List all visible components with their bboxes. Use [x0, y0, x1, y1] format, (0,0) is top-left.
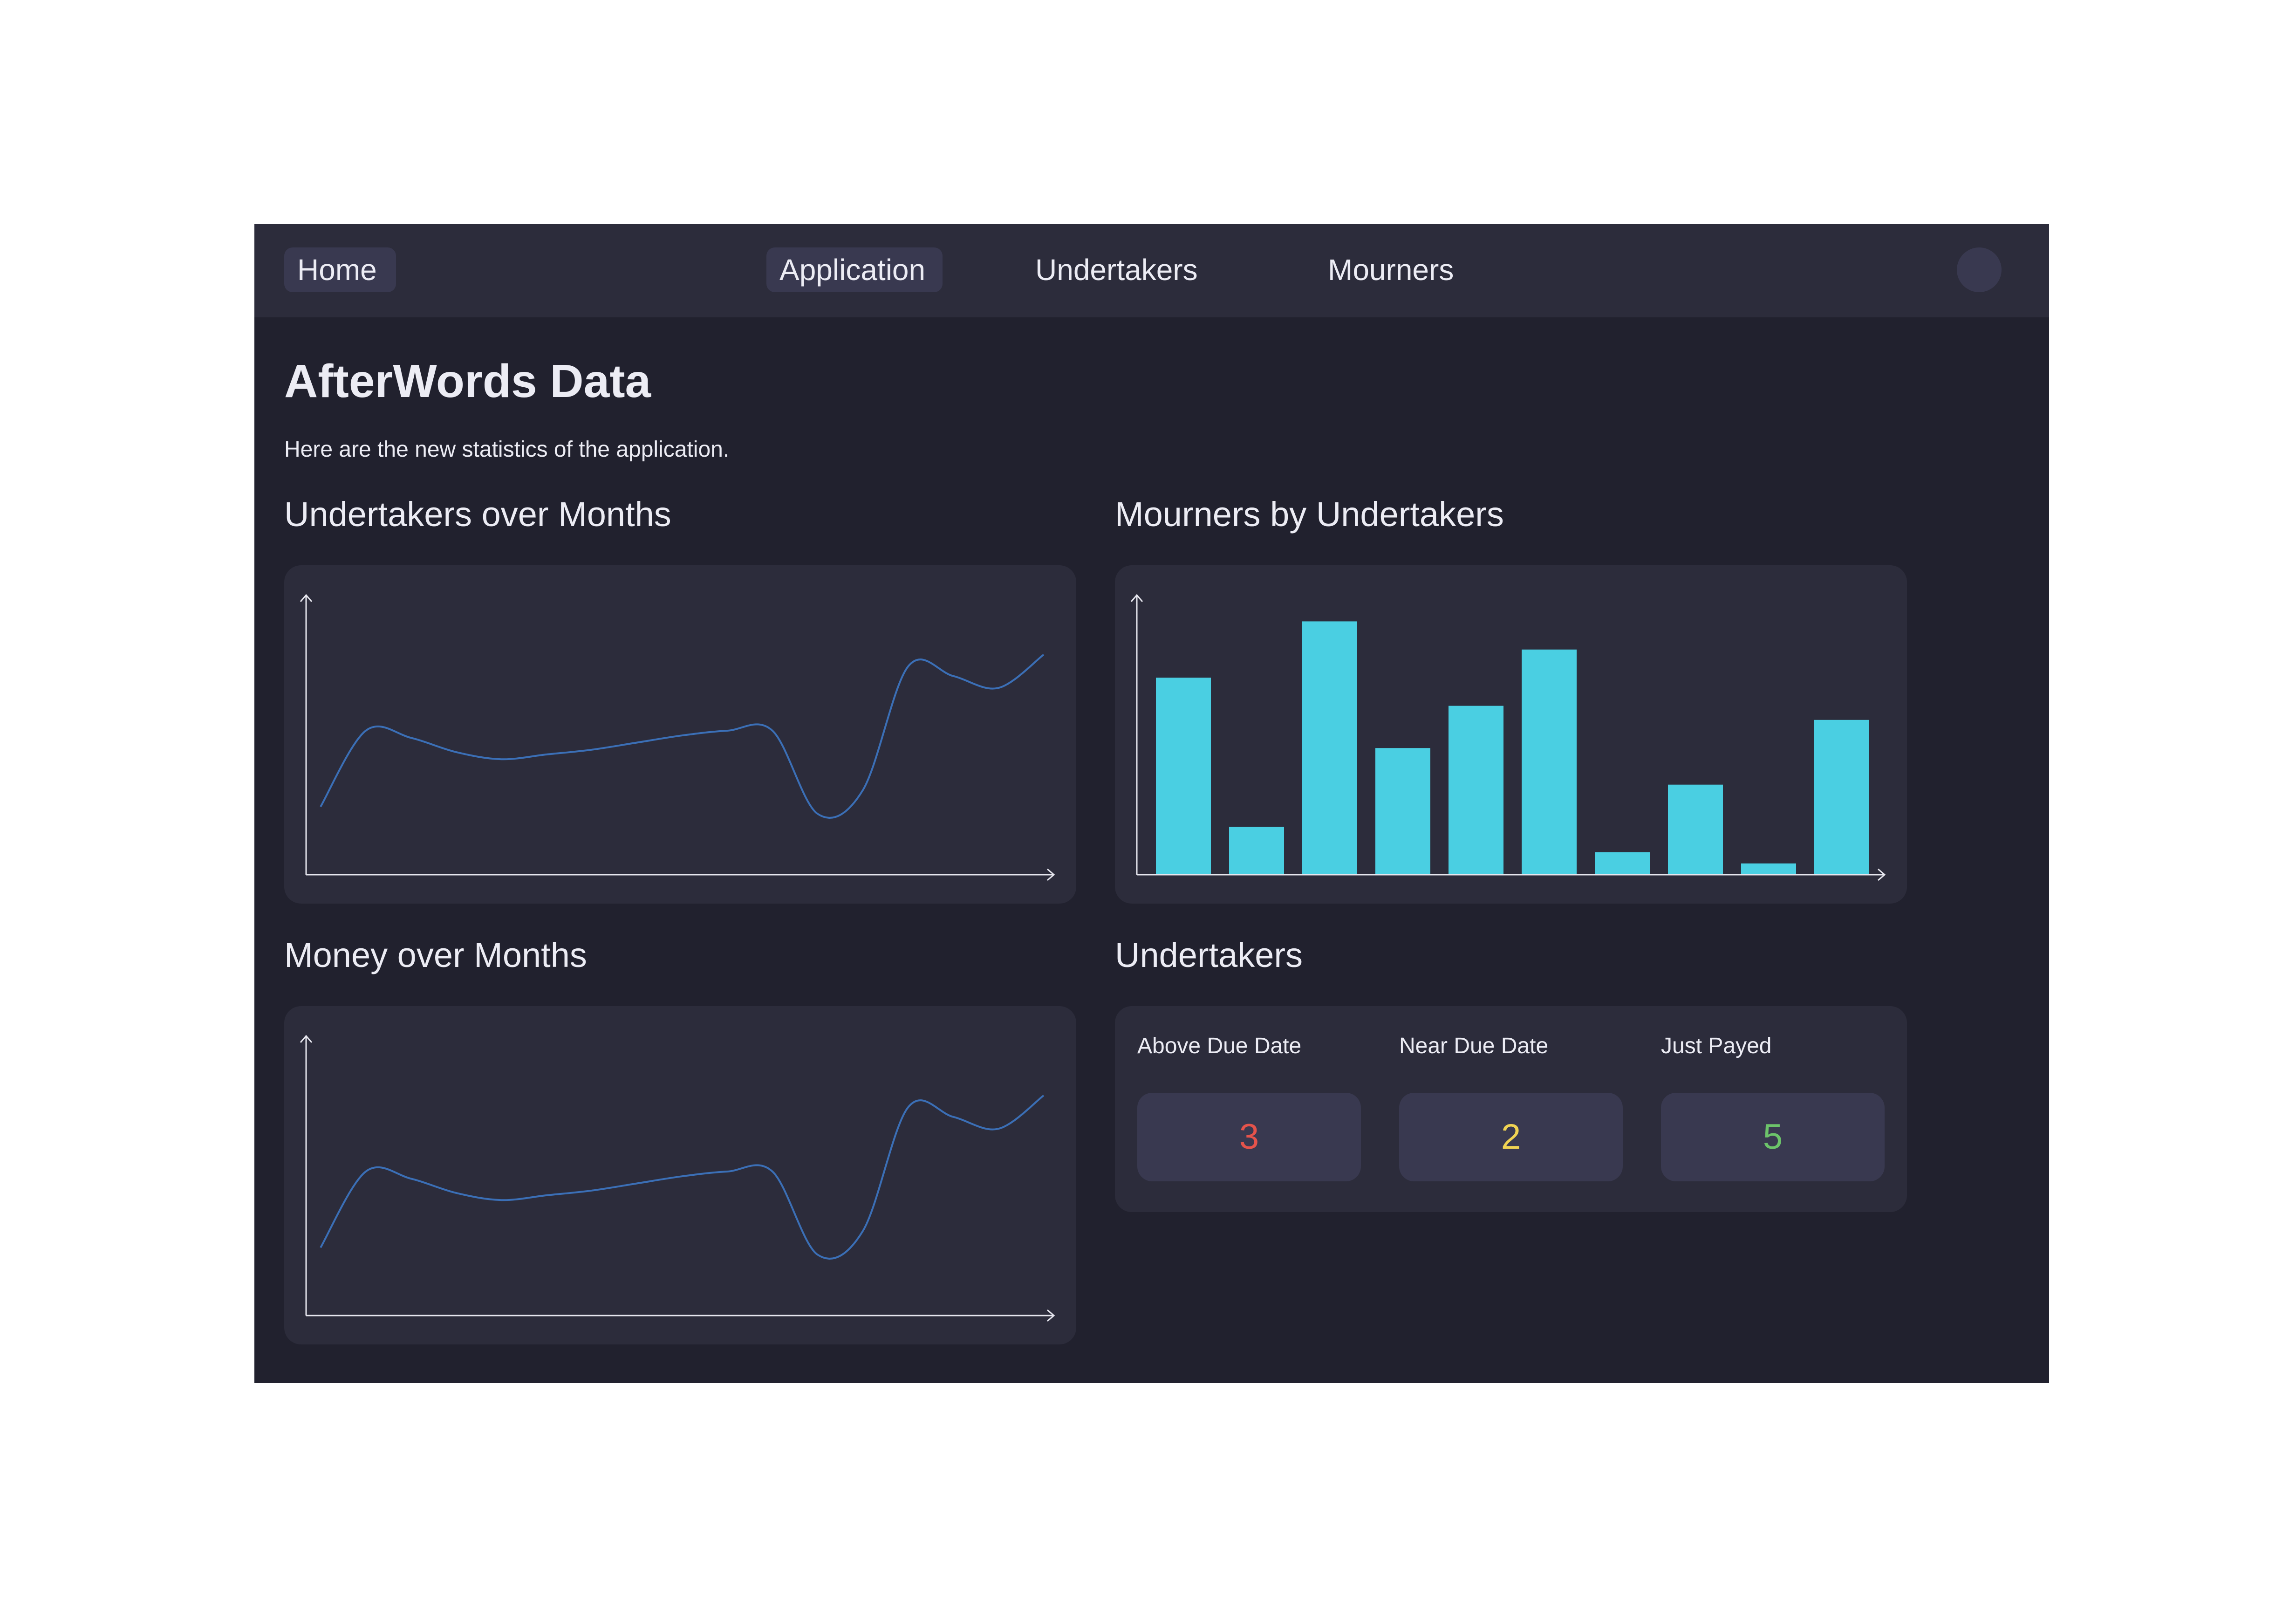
bar-7: [1595, 852, 1650, 875]
near-due-date-count[interactable]: 2: [1399, 1093, 1623, 1181]
nav-tab-undertakers[interactable]: Undertakers: [1022, 247, 1211, 292]
mourners-by-undertakers-title: Mourners by Undertakers: [1115, 495, 1504, 534]
top-navigation-bar: Home Application Undertakers Mourners: [254, 224, 2049, 317]
page-subtitle: Here are the new statistics of the appli…: [284, 437, 730, 462]
bar-5: [1449, 706, 1503, 875]
nav-tab-application[interactable]: Application: [766, 247, 943, 292]
bar-10: [1814, 720, 1869, 875]
nav-home-button[interactable]: Home: [284, 247, 396, 292]
above-due-date-count[interactable]: 3: [1137, 1093, 1361, 1181]
series-line: [320, 654, 1045, 819]
mourners-by-undertakers-chart: [1115, 565, 1907, 904]
undertakers-line-chart-svg: [300, 594, 1055, 881]
bar-6: [1522, 649, 1577, 875]
bar-2: [1229, 827, 1284, 875]
money-over-months-title: Money over Months: [284, 936, 587, 974]
bar-3: [1302, 621, 1357, 875]
nav-tab-mourners[interactable]: Mourners: [1315, 247, 1467, 292]
money-over-months-chart: [284, 1006, 1076, 1344]
undertakers-status-card: Above Due Date Near Due Date Just Payed …: [1115, 1006, 1907, 1212]
undertakers-over-months-title: Undertakers over Months: [284, 495, 671, 534]
user-avatar-icon[interactable]: [1957, 247, 2002, 292]
undertakers-status-title: Undertakers: [1115, 936, 1303, 974]
near-due-date-label: Near Due Date: [1399, 1034, 1549, 1058]
mourners-bar-chart-svg: [1130, 594, 1886, 881]
bar-8: [1668, 784, 1723, 875]
above-due-date-label: Above Due Date: [1137, 1034, 1302, 1058]
just-payed-label: Just Payed: [1661, 1034, 1772, 1058]
bar-1: [1156, 678, 1211, 875]
bar-9: [1741, 863, 1796, 875]
money-line-chart-svg: [300, 1035, 1055, 1322]
just-payed-count[interactable]: 5: [1661, 1093, 1885, 1181]
undertakers-over-months-chart: [284, 565, 1076, 904]
page-title: AfterWords Data: [284, 355, 651, 407]
bar-4: [1375, 748, 1430, 875]
series-line: [320, 1095, 1045, 1260]
app-window: Home Application Undertakers Mourners Af…: [254, 224, 2049, 1383]
